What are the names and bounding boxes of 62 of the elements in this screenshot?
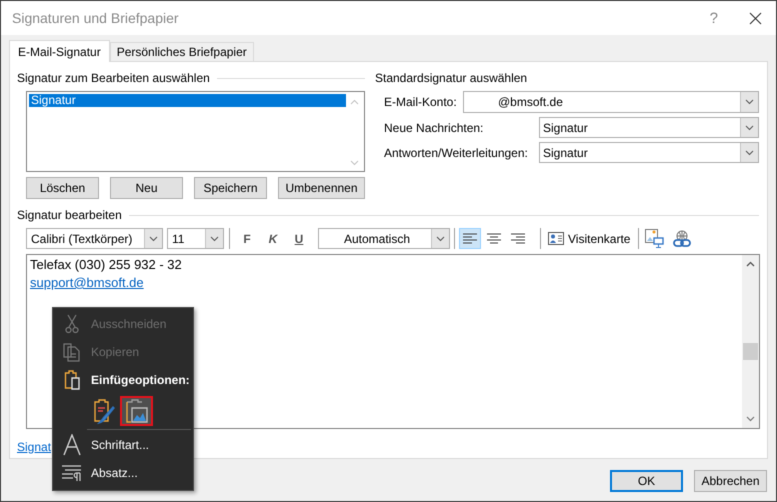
- action-button[interactable]: Löschen: [26, 177, 99, 199]
- copy-icon: [63, 342, 81, 362]
- paragraph-icon: [61, 464, 83, 482]
- signature-dropdown[interactable]: Signatur: [539, 142, 759, 163]
- account-dropdown[interactable]: @bmsoft.de: [463, 91, 759, 113]
- scrollbar[interactable]: [742, 255, 759, 428]
- globe-link-icon: [673, 230, 692, 248]
- size-dropdown[interactable]: 11: [167, 228, 224, 249]
- signature-dropdown[interactable]: Signatur: [539, 117, 759, 138]
- clipboard-icon: [64, 370, 80, 390]
- paste-brush-icon: [93, 398, 115, 424]
- window-title: Signaturen und Briefpapier: [12, 10, 180, 26]
- align-button[interactable]: [459, 228, 481, 249]
- email-link[interactable]: support@bmsoft.de: [30, 274, 739, 292]
- action-button[interactable]: Speichern: [194, 177, 267, 199]
- business-card-button[interactable]: Visitenkarte: [546, 228, 632, 249]
- align-center-icon: [487, 233, 501, 244]
- scroll-thumb[interactable]: [743, 343, 758, 360]
- dialog-button[interactable]: Abbrechen: [694, 470, 767, 492]
- scroll-up-icon: [350, 99, 358, 105]
- font-dropdown[interactable]: Calibri (Textkörper): [26, 228, 163, 249]
- underline-button[interactable]: U: [289, 228, 309, 248]
- chevron-icon: [745, 124, 754, 130]
- align-right-icon: [511, 233, 525, 244]
- dialog-button[interactable]: OK: [610, 470, 683, 492]
- menu-item[interactable]: Absatz...: [91, 466, 138, 480]
- menu-item[interactable]: Schriftart...: [91, 438, 150, 452]
- list-item[interactable]: Signatur: [29, 94, 346, 107]
- section-heading: Standardsignatur auswählen: [375, 71, 528, 85]
- chevron-icon: [210, 236, 219, 242]
- paste-picture-icon: [124, 398, 148, 424]
- contact-card-icon: [548, 232, 564, 245]
- paste-option[interactable]: [120, 396, 153, 426]
- field-label: E-Mail-Konto:: [384, 95, 458, 109]
- align-left-icon: [463, 233, 477, 244]
- field-label: Neue Nachrichten:: [384, 120, 484, 134]
- section-heading: Signatur zum Bearbeiten auswählen: [17, 71, 210, 85]
- menu-heading: Einfügeoptionen:: [91, 373, 190, 387]
- scroll-down-icon: [746, 416, 755, 422]
- chevron-icon: [149, 236, 158, 242]
- section-heading: Signatur bearbeiten: [17, 208, 122, 222]
- help-button[interactable]: ?: [710, 10, 718, 26]
- action-button[interactable]: Neu: [110, 177, 183, 199]
- chevron-icon: [436, 236, 445, 242]
- scissors-icon: [65, 314, 79, 334]
- italic-button[interactable]: K: [263, 228, 283, 248]
- link[interactable]: Signat: [17, 440, 52, 454]
- color-dropdown[interactable]: Automatisch: [318, 228, 450, 249]
- action-button[interactable]: Umbenennen: [278, 177, 365, 199]
- letter-icon: [63, 434, 81, 456]
- text-line: Telefax (030) 255 932 - 32: [30, 256, 183, 274]
- field-label: Antworten/Weiterleitungen:: [384, 146, 529, 160]
- close-icon[interactable]: [749, 12, 762, 24]
- chevron-icon: [745, 150, 754, 156]
- signature-list[interactable]: Signatur: [26, 91, 365, 172]
- chevron-icon: [745, 99, 754, 105]
- bold-button[interactable]: F: [237, 228, 257, 248]
- tab[interactable]: E-Mail-Signatur: [9, 40, 110, 62]
- scroll-down-icon: [350, 160, 358, 166]
- tab[interactable]: Persönliches Briefpapier: [110, 42, 254, 61]
- picture-computer-icon: [645, 229, 664, 248]
- scroll-up-icon: [746, 261, 755, 267]
